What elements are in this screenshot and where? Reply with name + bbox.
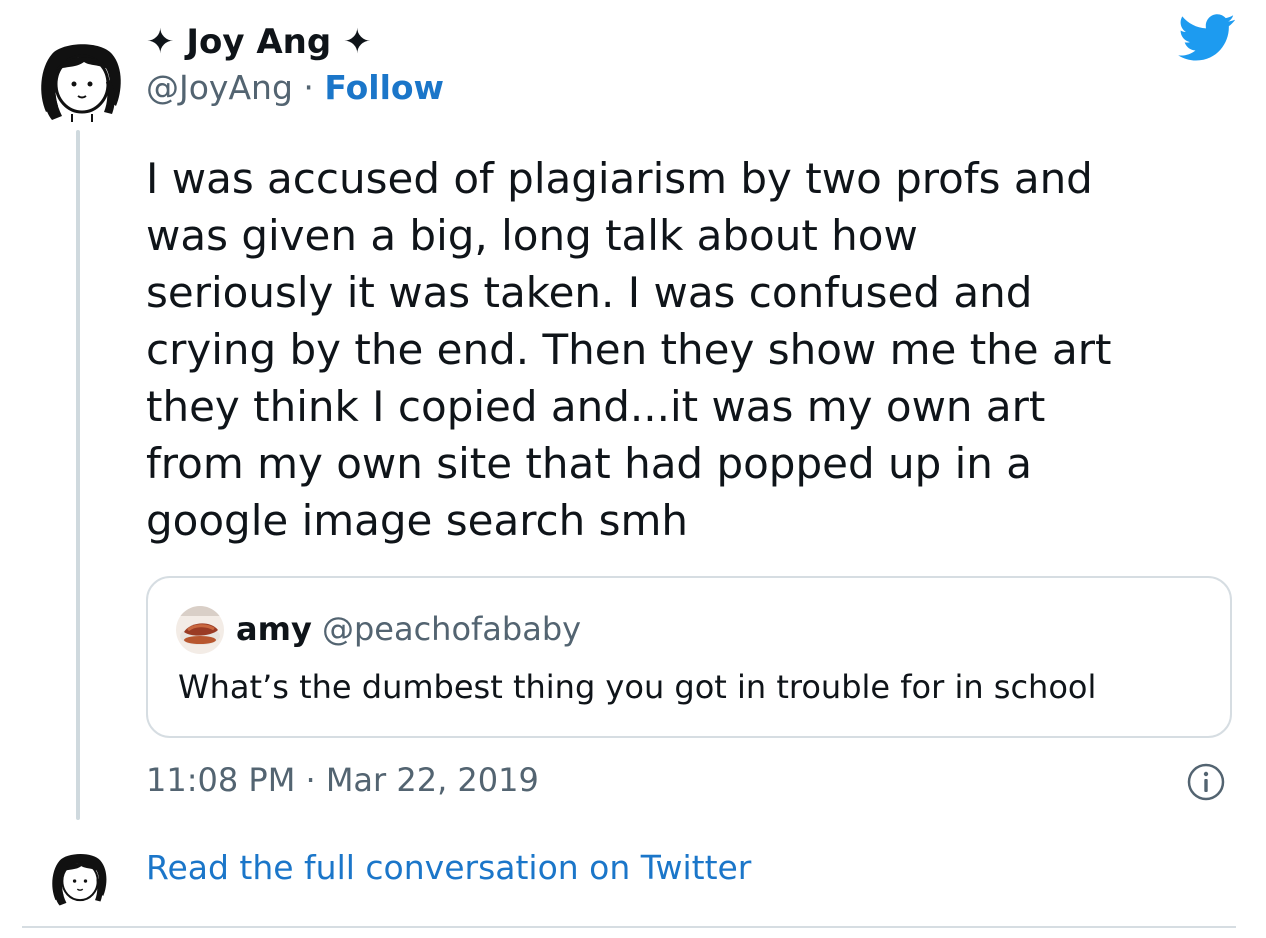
cartoon-girl-avatar-icon	[52, 853, 107, 906]
food-photo-avatar-icon	[176, 606, 224, 654]
quoted-tweet-card[interactable]: amy @peachofababy What’s the dumbest thi…	[146, 576, 1232, 738]
author-avatar[interactable]	[32, 40, 126, 122]
read-full-conversation-link[interactable]: Read the full conversation on Twitter	[146, 846, 751, 890]
conversation-avatar	[46, 848, 110, 910]
tweet-timestamp[interactable]: 11:08 PM · Mar 22, 2019	[146, 758, 539, 802]
tweet-text: I was accused of plagiarism by two profs…	[146, 154, 1112, 545]
twitter-bird-icon	[1178, 14, 1235, 61]
author-handle-row: @JoyAng · Follow	[146, 66, 444, 110]
quoted-author-row: amy @peachofababy	[236, 608, 581, 650]
bottom-divider	[22, 926, 1236, 928]
info-button[interactable]	[1186, 762, 1226, 802]
quoted-author-handle[interactable]: @peachofababy	[322, 610, 581, 648]
quoted-tweet-text: What’s the dumbest thing you got in trou…	[178, 668, 1097, 706]
author-display-name[interactable]: ✦ Joy Ang ✦	[146, 20, 372, 64]
thread-line	[76, 130, 80, 820]
quoted-author-name[interactable]: amy	[236, 610, 312, 648]
twitter-logo[interactable]	[1178, 14, 1236, 62]
cartoon-girl-avatar-icon	[41, 44, 121, 122]
info-icon	[1187, 763, 1225, 801]
quoted-author-avatar[interactable]	[176, 606, 224, 654]
handle-separator: ·	[292, 68, 325, 107]
follow-button[interactable]: Follow	[324, 68, 444, 107]
author-handle[interactable]: @JoyAng	[146, 68, 293, 107]
